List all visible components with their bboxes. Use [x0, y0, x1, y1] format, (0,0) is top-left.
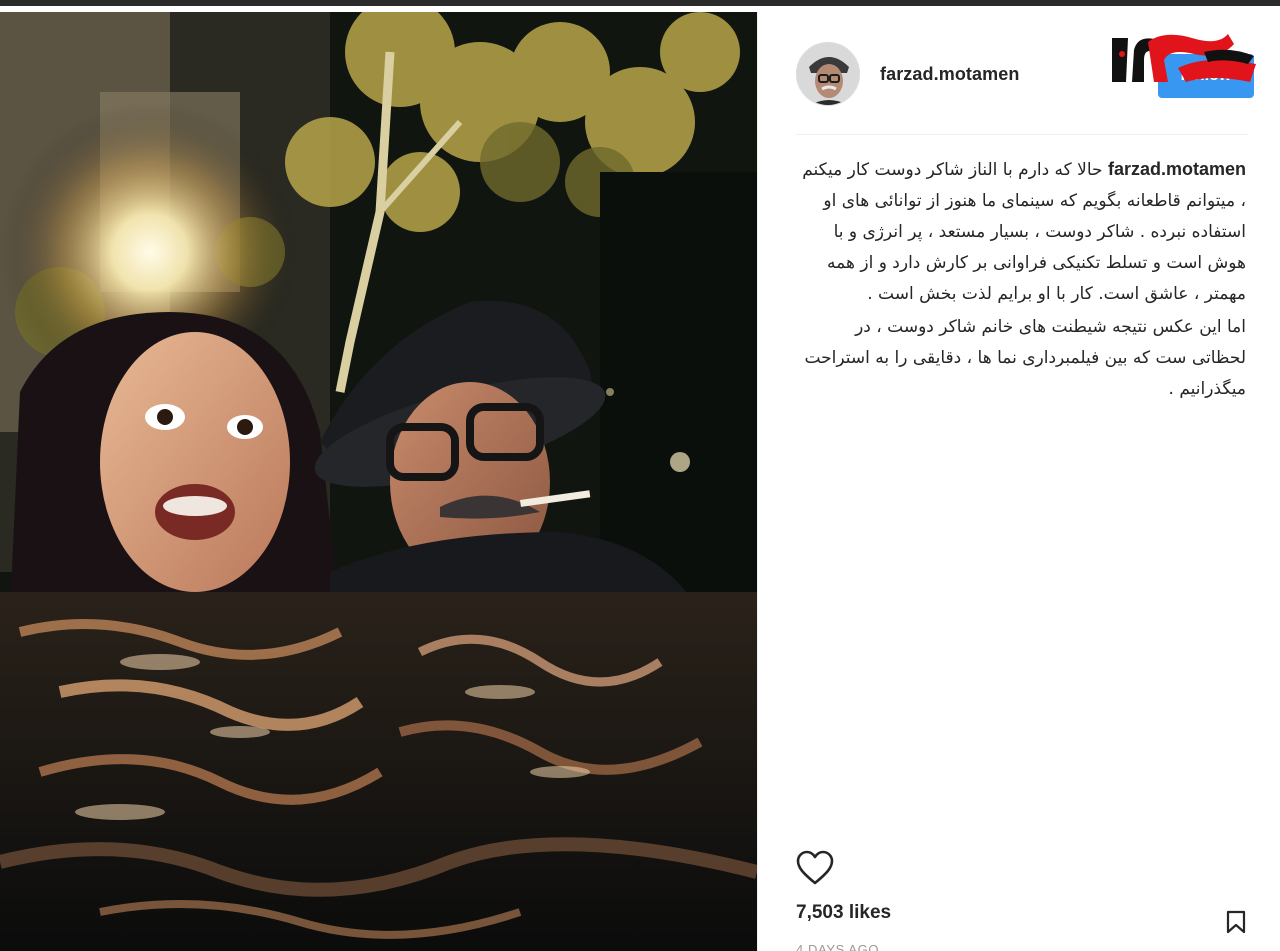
post-sidebar: farzad.motamen Follow farzad.motamen حال…	[757, 12, 1280, 951]
post-username[interactable]: farzad.motamen	[880, 64, 1019, 85]
likes-count[interactable]: 7,503 likes	[796, 902, 891, 924]
caption-username[interactable]: farzad.motamen	[1108, 159, 1246, 179]
avatar-image	[797, 43, 859, 105]
instagram-post: farzad.motamen Follow farzad.motamen حال…	[0, 0, 1280, 951]
caption-paragraph-2: اما این عکس نتیجه شیطنت های خانم شاکر دو…	[804, 317, 1246, 399]
post-caption: farzad.motamen حالا که دارم با الناز شاک…	[796, 154, 1246, 405]
heart-icon[interactable]	[796, 850, 834, 886]
site-logo-mark	[1112, 34, 1256, 82]
site-logo	[1108, 30, 1260, 90]
header-divider	[796, 134, 1248, 135]
bookmark-icon[interactable]	[1226, 910, 1246, 934]
post-actions	[796, 848, 1248, 888]
post-photo[interactable]	[0, 12, 757, 951]
caption-paragraph-1: farzad.motamen حالا که دارم با الناز شاک…	[796, 154, 1246, 310]
post-timestamp: 4 DAYS AGO	[796, 942, 880, 951]
post-photo-image	[0, 12, 757, 951]
caption-text-1: حالا که دارم با الناز شاکر دوست کار میکن…	[802, 160, 1246, 304]
avatar[interactable]	[796, 42, 860, 106]
